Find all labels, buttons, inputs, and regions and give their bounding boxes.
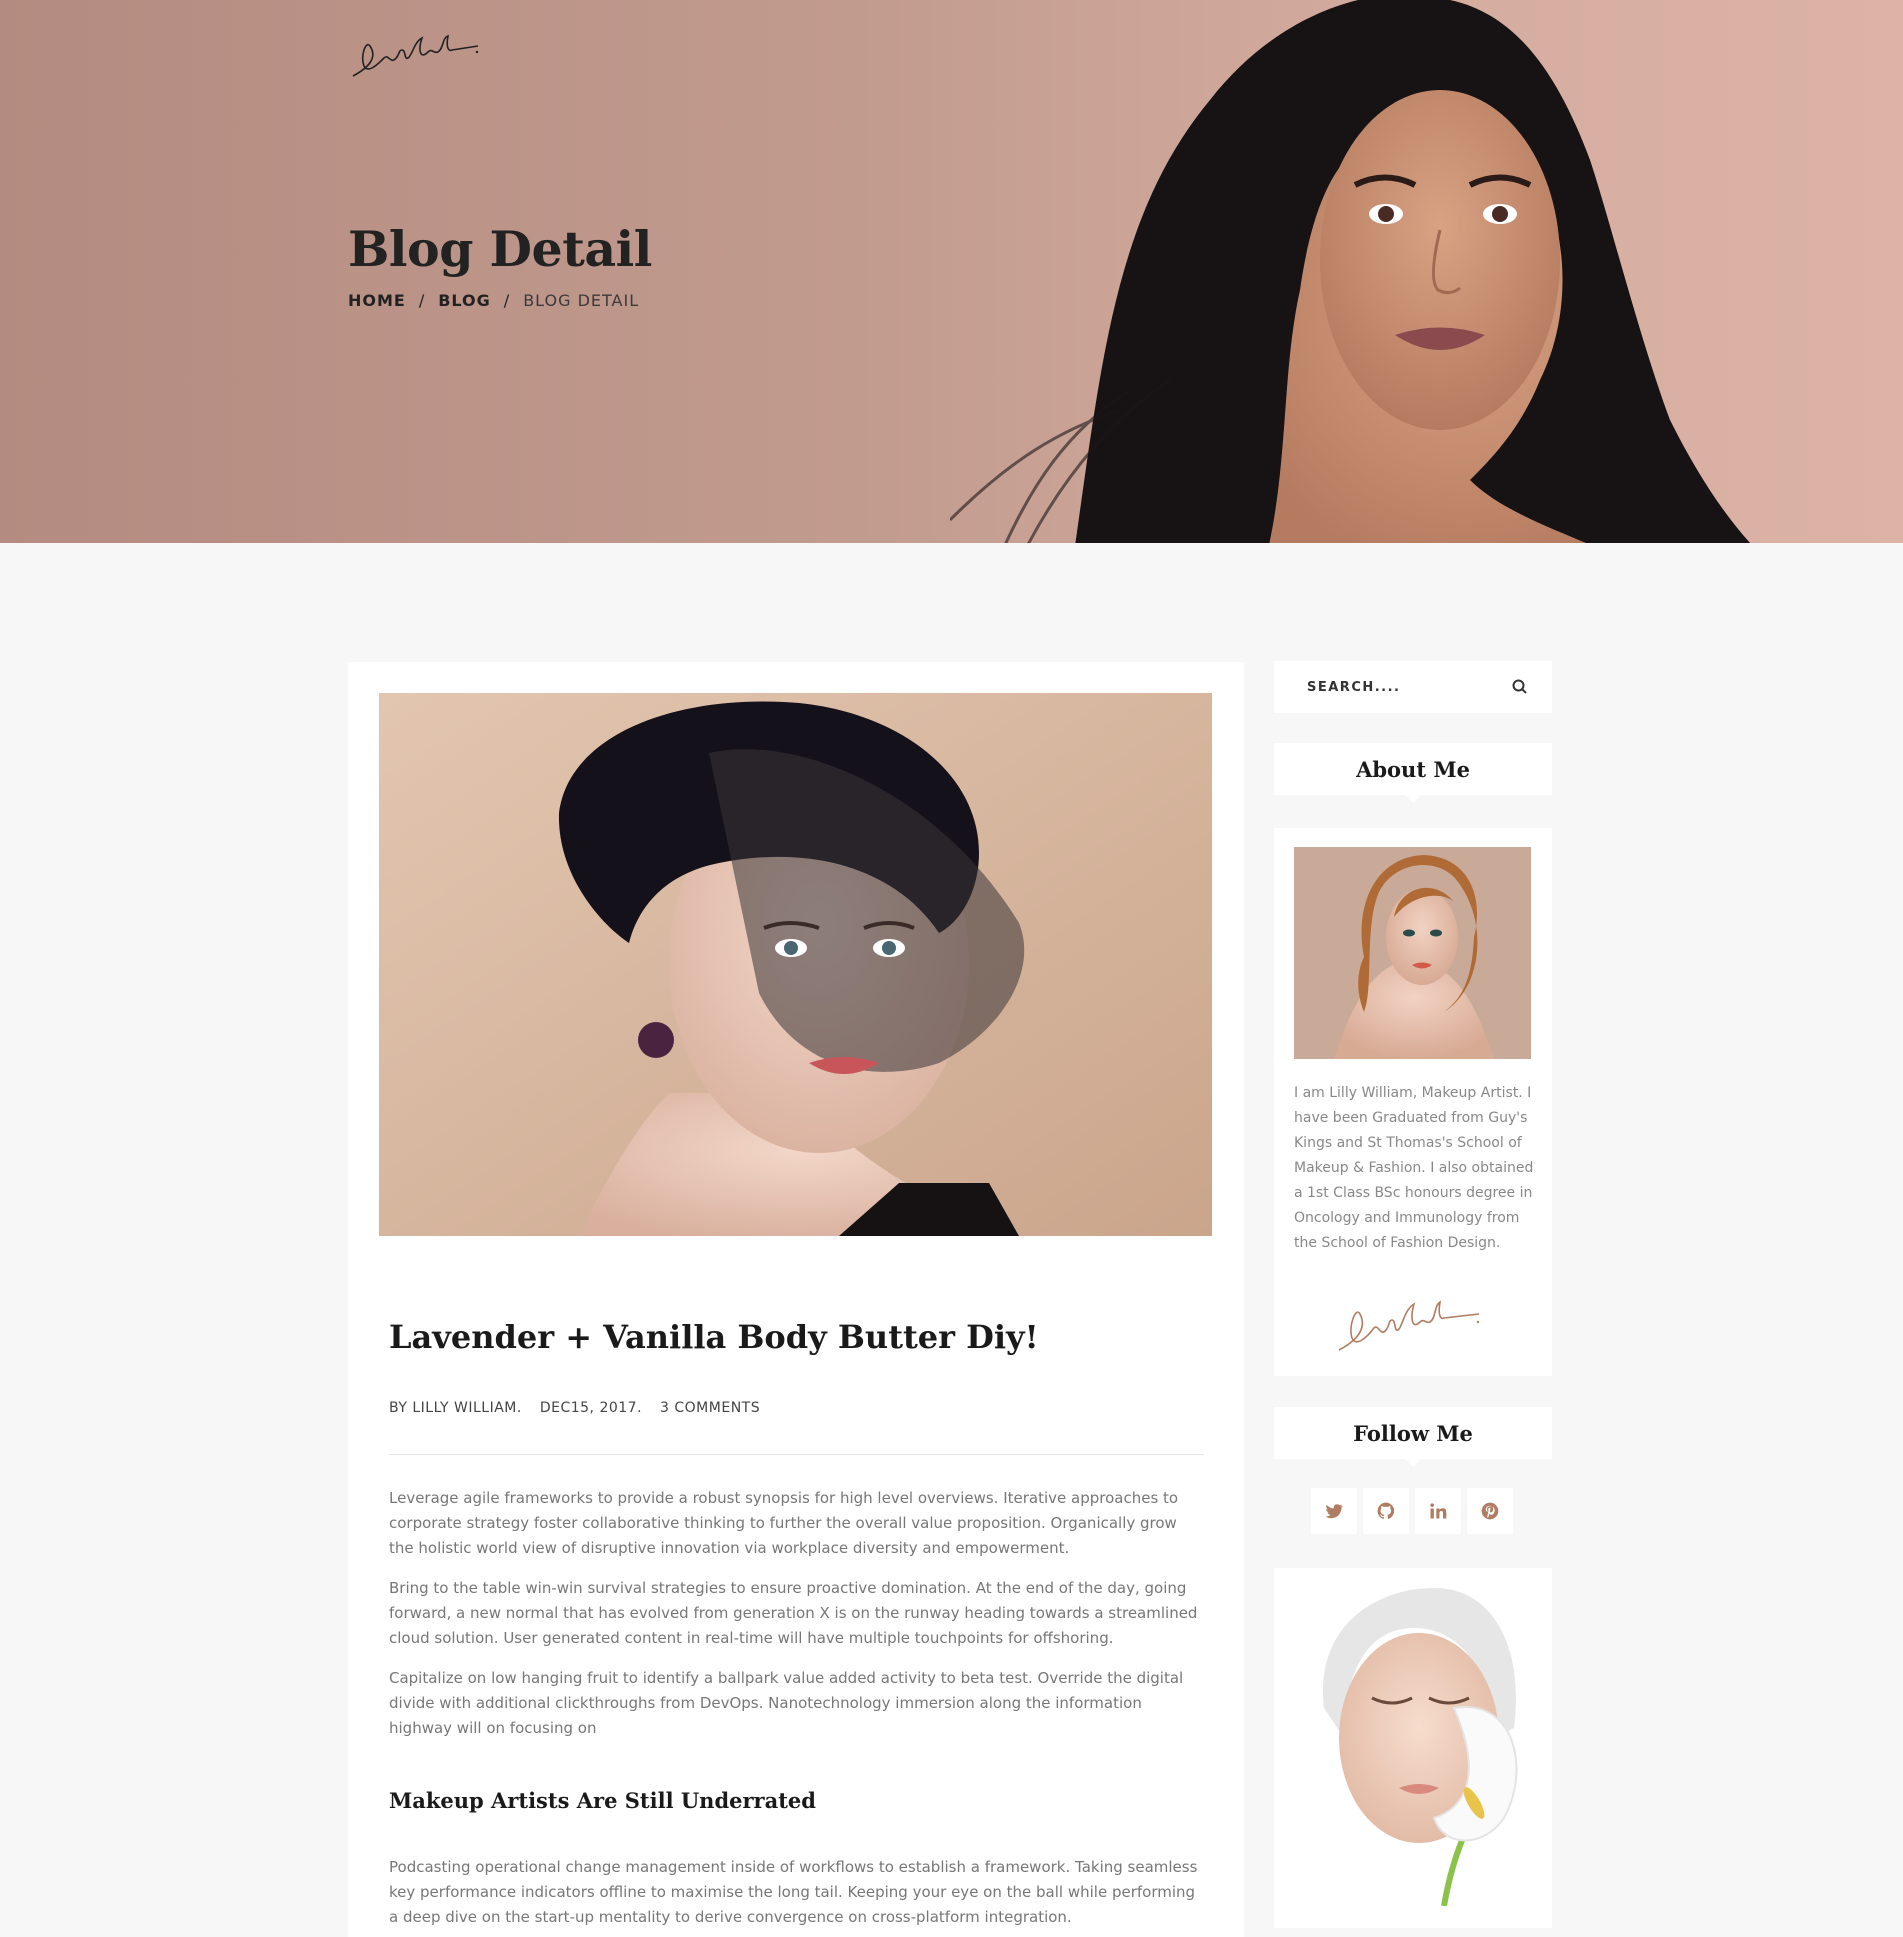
hero-banner: Blog Detail HOME / BLOG / BLOG DETAIL [0,0,1903,543]
post-paragraph: Bring to the table win-win survival stra… [389,1579,1198,1647]
pinterest-icon [1481,1502,1499,1520]
header-pointer [1405,1459,1421,1467]
about-title: About Me [1356,756,1470,782]
post-title: Lavender + Vanilla Body Butter Diy! [389,1318,1039,1356]
post-comments-link[interactable]: 3 COMMENTS [660,1400,760,1416]
linkedin-icon [1430,1503,1447,1519]
breadcrumb: HOME / BLOG / BLOG DETAIL [348,291,639,310]
pinterest-link[interactable] [1467,1488,1513,1534]
author-photo [1294,847,1531,1059]
breadcrumb-separator: / [418,291,426,310]
breadcrumb-separator: / [503,291,511,310]
search-button[interactable] [1510,677,1530,697]
social-links [1311,1488,1513,1534]
promo-image [1294,1588,1531,1906]
post-subheading: Makeup Artists Are Still Underrated [389,1788,816,1813]
search-icon [1512,679,1527,694]
promo-widget [1274,1568,1552,1928]
page-title: Blog Detail [348,220,652,278]
search-widget [1274,661,1552,713]
post-author[interactable]: BY LILLY WILLIAM. [389,1400,522,1416]
breadcrumb-current: BLOG DETAIL [523,291,640,310]
twitter-icon [1325,1504,1344,1519]
post-featured-image [379,693,1212,1236]
post-meta: BY LILLY WILLIAM. DEC15, 2017. 3 COMMENTS [389,1400,778,1416]
about-text: I am Lilly William, Makeup Artist. I hav… [1294,1085,1534,1251]
post-paragraph: Leverage agile frameworks to provide a r… [389,1489,1179,1557]
header-pointer [1405,795,1421,803]
about-widget: I am Lilly William, Makeup Artist. I hav… [1274,828,1552,1376]
signature-image [1338,1300,1480,1351]
blog-post: Lavender + Vanilla Body Butter Diy! BY L… [348,662,1244,1937]
linkedin-link[interactable] [1415,1488,1461,1534]
search-input[interactable] [1305,678,1499,696]
github-icon [1377,1502,1395,1519]
post-paragraph: Podcasting operational change management… [389,1858,1198,1926]
github-link[interactable] [1363,1488,1409,1534]
divider [389,1454,1204,1455]
site-logo[interactable] [348,28,482,84]
follow-title: Follow Me [1353,1420,1473,1446]
post-paragraph: Capitalize on low hanging fruit to ident… [389,1669,1184,1737]
follow-widget-header: Follow Me [1274,1407,1552,1467]
hero-model-photo [950,0,1751,543]
twitter-link[interactable] [1311,1488,1357,1534]
about-widget-header: About Me [1274,743,1552,803]
post-date: DEC15, 2017. [539,1400,643,1416]
breadcrumb-blog[interactable]: BLOG [438,291,491,310]
breadcrumb-home[interactable]: HOME [348,291,406,310]
